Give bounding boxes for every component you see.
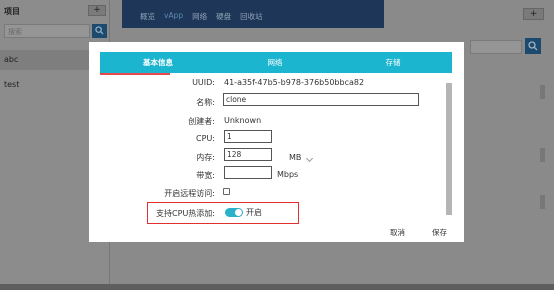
nav-overview[interactable]: 概览 <box>140 11 155 22</box>
vapp-search-button[interactable] <box>525 38 541 54</box>
nav-disk[interactable]: 硬盘 <box>216 11 231 22</box>
toggle-knob <box>235 209 242 216</box>
right-panel <box>453 30 554 290</box>
uuid-label: UUID: <box>192 78 215 87</box>
creator-label: 创建者: <box>188 117 215 126</box>
vapp-search-input[interactable] <box>470 40 522 54</box>
add-vapp-button[interactable]: + <box>523 8 544 20</box>
scrollbar-thumb[interactable] <box>446 83 452 215</box>
cpu-hotplug-toggle[interactable] <box>225 208 243 217</box>
memory-label: 内存: <box>196 153 215 162</box>
save-button[interactable]: 保存 <box>432 227 447 238</box>
creator-value: Unknown <box>224 116 262 125</box>
tab-storage[interactable]: 存储 <box>334 52 452 73</box>
row-action-handle[interactable] <box>540 195 545 209</box>
row-action-handle[interactable] <box>540 85 545 99</box>
nav-vapp[interactable]: vApp <box>164 11 183 22</box>
sidebar-header: 项目 + <box>0 0 110 20</box>
cpu-hotplug-state: 开启 <box>246 208 262 217</box>
remote-access-label: 开启远程访问: <box>164 189 215 198</box>
search-button[interactable] <box>92 24 107 38</box>
cpu-input[interactable]: 1 <box>224 130 272 143</box>
tab-network[interactable]: 网络 <box>216 52 334 73</box>
sidebar-title: 项目 <box>4 7 20 16</box>
name-input[interactable]: clone <box>223 93 419 106</box>
chevron-down-icon[interactable] <box>305 154 314 163</box>
tab-basic-info[interactable]: 基本信息 <box>100 52 216 73</box>
cpu-hotplug-label: 支持CPU热添加: <box>156 209 215 218</box>
active-tab-indicator <box>100 73 170 75</box>
cancel-button[interactable]: 取消 <box>390 227 405 238</box>
search-icon <box>95 26 104 35</box>
bandwidth-input[interactable] <box>224 166 272 179</box>
vm-edit-dialog: 基本信息 网络 存储 UUID: 41-a35f-47b5-b978-376b5… <box>89 42 464 242</box>
add-project-button[interactable]: + <box>88 5 106 16</box>
dialog-tab-bar: 基本信息 网络 存储 <box>100 52 452 73</box>
project-search-input[interactable]: 搜索 <box>4 24 90 38</box>
nav-network[interactable]: 网络 <box>192 11 207 22</box>
search-icon <box>528 41 538 51</box>
memory-unit-select[interactable]: MB <box>289 153 301 162</box>
row-action-handle[interactable] <box>540 148 545 162</box>
memory-input[interactable]: 128 <box>224 148 272 161</box>
top-nav: 概览 vApp 网络 硬盘 回收站 <box>140 11 263 22</box>
remote-access-checkbox[interactable] <box>223 188 230 195</box>
bandwidth-unit: Mbps <box>277 170 299 179</box>
dialog-scrollbar[interactable] <box>446 83 452 215</box>
nav-recycle-bin[interactable]: 回收站 <box>240 11 263 22</box>
uuid-value: 41-a35f-47b5-b978-376b50bbca82 <box>224 78 365 87</box>
name-label: 名称: <box>196 98 215 107</box>
cpu-label: CPU: <box>196 134 215 143</box>
top-navigation-bar: 概览 vApp 网络 硬盘 回收站 <box>122 0 384 28</box>
bottom-scrollbar[interactable] <box>0 284 554 290</box>
bandwidth-label: 带宽: <box>196 171 215 180</box>
